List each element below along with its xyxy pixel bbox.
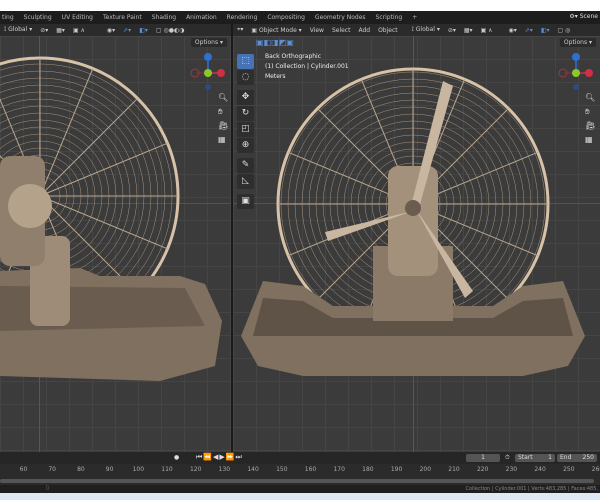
navigation-gizmo[interactable]: [555, 52, 597, 94]
status-bar: ▯ Collection | Cylinder.001 | Verts:483,…: [0, 485, 600, 493]
shading-modes[interactable]: ▢ ◎: [558, 27, 571, 34]
shading-modes[interactable]: ▢ ◎●◐◑: [156, 27, 185, 34]
frame-tick-label: 190: [390, 466, 403, 473]
grid-icon[interactable]: ▦: [585, 136, 593, 144]
workspace-tab[interactable]: Compositing: [267, 14, 305, 21]
frame-tick-label: 220: [476, 466, 489, 473]
frame-tick-label: 60: [19, 466, 28, 473]
annotate-tool[interactable]: ✎: [237, 158, 254, 173]
mode-dropdown[interactable]: ▣ Object Mode ▾: [251, 27, 301, 34]
left-viewport-header: ⟟ Global ▾ ⊘▾ ▦▾ ▣ ∧ ◉▾ ⇗▾ ◧▾ ▢ ◎●◐◑: [0, 24, 231, 36]
timeline-scrollbar[interactable]: [0, 477, 600, 485]
visibility-icon[interactable]: ◉▾: [509, 27, 517, 34]
frame-tick-label: 90: [105, 466, 114, 473]
workspace-tab[interactable]: Geometry Nodes: [315, 14, 366, 21]
zoom-icon[interactable]: 🔍︎: [585, 94, 595, 102]
orientation-dropdown[interactable]: ⟟ Global ▾: [4, 26, 32, 34]
mouse-icon: ▯: [46, 485, 49, 491]
workspace-tab[interactable]: ting: [2, 14, 14, 21]
select-box-tool[interactable]: ⬚: [237, 54, 254, 69]
transform-tool[interactable]: ⊕: [237, 138, 254, 153]
frame-tick-label: 200: [419, 466, 432, 473]
frame-tick-label: 80: [77, 466, 85, 473]
pivot-icon[interactable]: ⊘▾: [448, 27, 456, 34]
frame-tick-label: 150: [276, 466, 288, 473]
rotate-tool[interactable]: ↻: [237, 106, 254, 121]
camera-icon[interactable]: 🎥︎: [585, 122, 595, 130]
proportional-icon[interactable]: ▣ ∧: [481, 27, 493, 34]
cursor-tool[interactable]: ◌: [237, 70, 254, 85]
airboat-model-back: [241, 67, 585, 376]
workspace-tab[interactable]: Rendering: [227, 14, 258, 21]
record-button[interactable]: ●: [174, 454, 179, 461]
move-tool[interactable]: ✥: [237, 90, 254, 105]
frame-tick-label: 250: [563, 466, 575, 473]
frame-tick-label: 210: [448, 466, 460, 473]
gizmo-toggle[interactable]: ⇗▾: [123, 27, 131, 34]
workspace-tab[interactable]: Texture Paint: [103, 14, 142, 21]
gizmo-toggle[interactable]: ⇗▾: [525, 27, 533, 34]
scale-tool[interactable]: ◰: [237, 122, 254, 137]
frame-tick-label: 140: [247, 466, 259, 473]
frame-tick-label: 130: [218, 466, 231, 473]
pivot-icon[interactable]: ⊘▾: [40, 27, 48, 34]
snap-icon[interactable]: ▦▾: [56, 27, 65, 34]
taskbar: [0, 493, 600, 500]
scene-icon: ⚙▾: [569, 13, 580, 20]
workspace-tab[interactable]: Scripting: [376, 14, 403, 21]
workspace-tab[interactable]: Shading: [152, 14, 176, 21]
airboat-model-side: [0, 56, 222, 381]
workspace-tab[interactable]: +: [412, 14, 417, 21]
frame-tick-label: 120: [189, 466, 202, 473]
right-viewport[interactable]: ▣◧◨◩▣ Options ▾ Back Orthographic (1) Co…: [233, 36, 600, 452]
menu-select[interactable]: Select: [332, 27, 351, 34]
editor-type-icon[interactable]: ⌖▾: [237, 26, 243, 34]
frame-tick-label: 70: [48, 466, 57, 473]
add-cube-tool[interactable]: ▣: [237, 194, 254, 209]
overlay-toggle[interactable]: ◧▾: [541, 27, 550, 34]
hand-pan-icon[interactable]: ✋︎: [585, 108, 593, 116]
visibility-icon[interactable]: ◉▾: [107, 27, 115, 34]
window-top: [0, 0, 600, 11]
scene-selector[interactable]: ⚙▾ Scene: [569, 13, 598, 20]
menu-view[interactable]: View: [310, 27, 324, 34]
frame-tick-label: 230: [505, 466, 518, 473]
orientation-dropdown[interactable]: ⟟ Global ▾: [412, 26, 440, 34]
start-frame-field[interactable]: Start 1: [515, 454, 555, 462]
frame-tick-label: 170: [333, 466, 345, 473]
frame-tick-label: 260: [591, 466, 600, 473]
snap-icon[interactable]: ▦▾: [464, 27, 473, 34]
stopwatch-icon[interactable]: ⏱: [505, 454, 510, 462]
measure-tool[interactable]: ◺: [237, 174, 254, 189]
workspace-tab[interactable]: Sculpting: [24, 14, 52, 21]
workspace-tab[interactable]: Animation: [186, 14, 217, 21]
current-frame-field[interactable]: 1: [466, 454, 500, 462]
workspace-tab[interactable]: UV Editing: [62, 14, 93, 21]
left-viewport[interactable]: Options ▾ 🔍︎ ✋︎ 🎥︎ ▦: [0, 36, 231, 452]
timeline-ruler[interactable]: 60 70 80 90 100 110 120 130 140 150 160 170 180 190 20…: [0, 464, 600, 477]
frame-tick-label: 180: [362, 466, 374, 473]
workspace-tabs: ting Sculpting UV Editing Texture Paint Shad…: [0, 11, 600, 24]
end-frame-field[interactable]: End 250: [557, 454, 597, 462]
right-viewport-header: ⌖▾ ▣ Object Mode ▾ View Select Add Objec…: [233, 24, 600, 36]
frame-tick-label: 100: [132, 466, 145, 473]
frame-tick-label: 110: [161, 466, 173, 473]
timeline-header: ● ⏮⏪◀▶⏩⏭ 1 ⏱ Start 1 End 250: [0, 452, 600, 464]
proportional-icon[interactable]: ▣ ∧: [73, 27, 85, 34]
frame-tick-label: 160: [304, 466, 317, 473]
playback-controls[interactable]: ⏮⏪◀▶⏩⏭: [196, 453, 243, 462]
frame-tick-label: 240: [534, 466, 546, 473]
scene-statistics: Collection | Cylinder.001 | Verts:483,28…: [465, 486, 598, 492]
menu-object[interactable]: Object: [378, 27, 398, 34]
menu-add[interactable]: Add: [358, 27, 370, 34]
overlay-toggle[interactable]: ◧▾: [139, 27, 148, 34]
